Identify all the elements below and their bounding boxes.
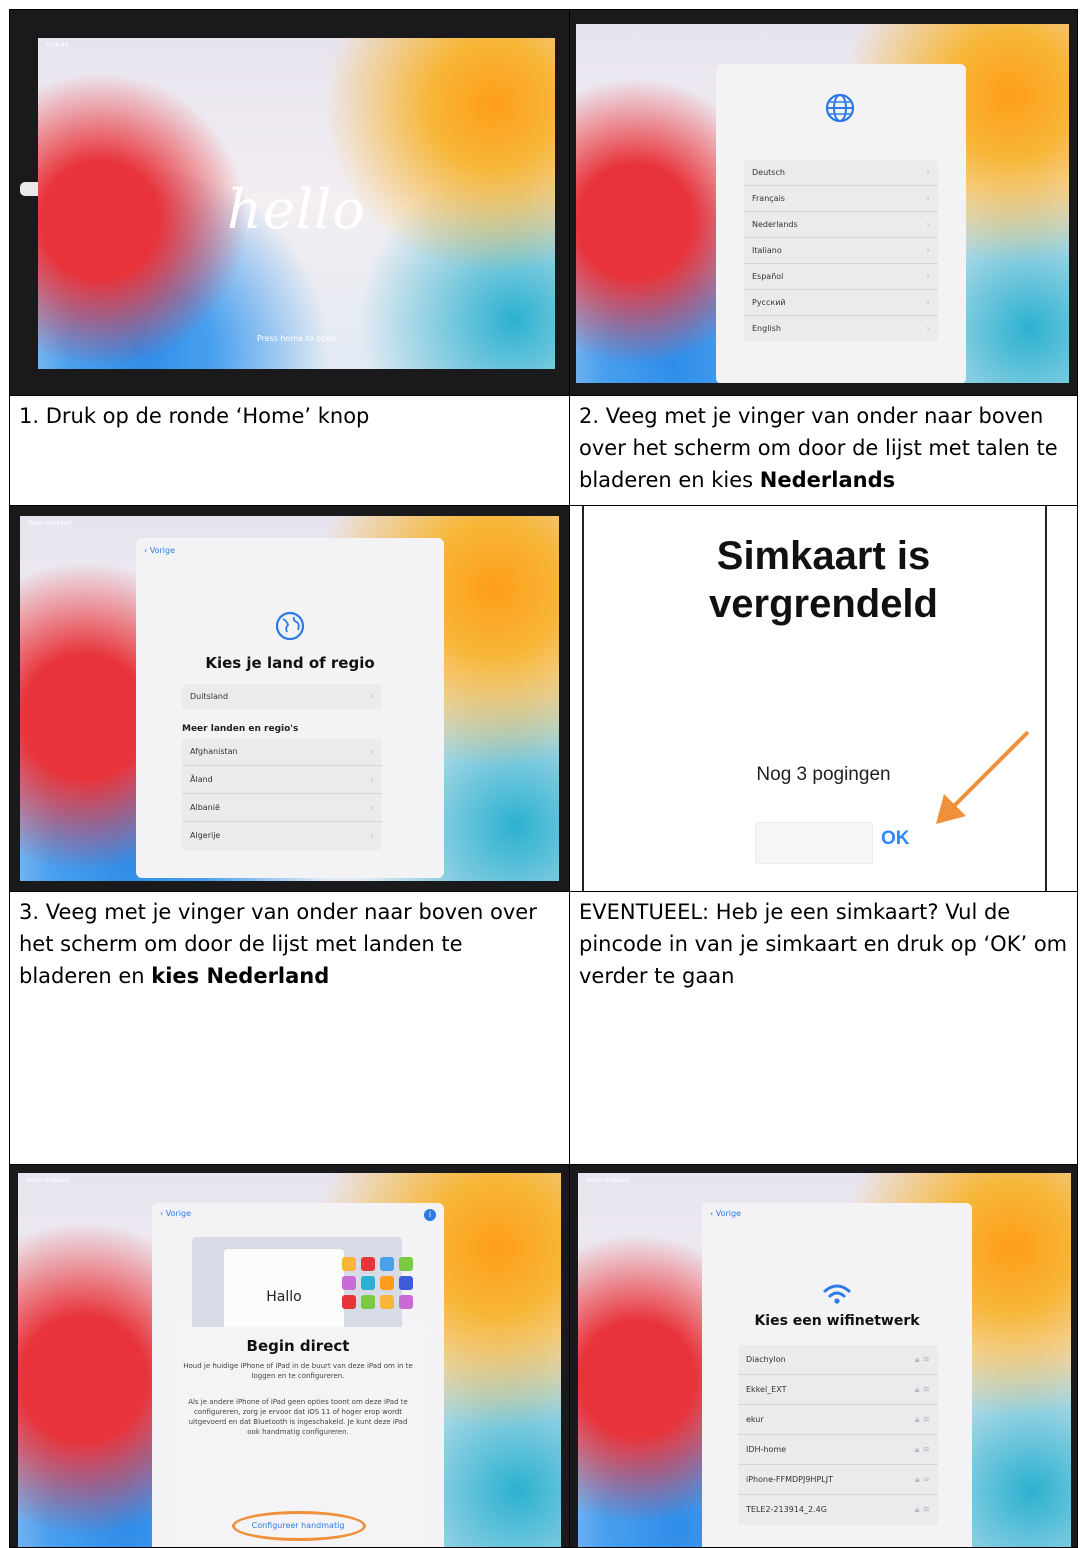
ipad-screen: Fri 9:44 hello Press home to open	[38, 38, 555, 369]
section-header: Meer landen en regio's	[182, 724, 299, 734]
sim-locked-screen: Simkaart is vergrendeld Nog 3 pogingen O…	[570, 506, 1077, 891]
suggested-country[interactable]: Duitsland ›	[182, 684, 382, 710]
begin-direct-card: Begin direct Houd je huidige iPhone of i…	[170, 1327, 426, 1547]
language-item[interactable]: Deutsch ›	[744, 160, 938, 186]
photo-hello-screen: Fri 9:44 hello Press home to open	[9, 9, 570, 396]
network-item[interactable]: Ekkel_EXT 🔒︎ ≋	[738, 1375, 938, 1405]
country-item[interactable]: Åland ›	[182, 766, 382, 794]
language-item[interactable]: Español ›	[744, 264, 938, 290]
country-item[interactable]: Afghanistan ›	[182, 738, 382, 766]
begin-direct-title: Begin direct	[246, 1337, 350, 1355]
wifi-icon	[823, 1284, 851, 1304]
app-grid-icon	[342, 1257, 413, 1309]
language-list: Deutsch › Français › Nederlands › Italiano ›…	[744, 160, 938, 342]
wifi-sheet: ‹ Vorige Kies een wifinetwerk Diachylon 🔒…	[702, 1203, 972, 1547]
ipad-screen: Geen simkaart ‹ Vorige Kies je land of r…	[20, 516, 559, 881]
step-1-text: 1. Druk op de ronde ‘Home’ knop	[9, 395, 570, 506]
language-item[interactable]: English ›	[744, 316, 938, 342]
instruction-paragraph-2: Als je andere iPhone of iPad geen opties…	[188, 1398, 408, 1436]
photo-wifi-screen: Geen simkaart ‹ Vorige Kies een wifinetw…	[569, 1164, 1078, 1548]
sim-locked-title: Simkaart is vergrendeld	[709, 534, 938, 626]
hello-text: hello	[227, 178, 366, 241]
quick-start-sheet: ‹ Vorige i Hallo Begin direct Houd je hu…	[152, 1203, 444, 1547]
earth-icon	[275, 611, 305, 641]
country-sheet: ‹ Vorige Kies je land of regio Duitsland…	[136, 538, 444, 878]
lock-wifi-icon: 🔒︎ ≋	[914, 1385, 930, 1395]
highlight-ellipse	[232, 1511, 366, 1541]
lock-wifi-icon: 🔒︎ ≋	[914, 1505, 930, 1515]
back-button[interactable]: ‹ Vorige	[160, 1209, 191, 1218]
network-item[interactable]: Diachylon 🔒︎ ≋	[738, 1345, 938, 1375]
status-time: Fri 9:44	[46, 42, 69, 49]
ok-button[interactable]: OK	[881, 828, 910, 850]
language-sheet: Deutsch › Français › Nederlands › Italiano ›…	[716, 64, 966, 383]
photo-language-screen: Deutsch › Français › Nederlands › Italiano ›…	[569, 9, 1078, 396]
back-button[interactable]: ‹ Vorige	[710, 1209, 741, 1218]
language-item[interactable]: Français ›	[744, 186, 938, 212]
info-icon[interactable]: i	[424, 1209, 436, 1221]
arrow-annotation	[936, 730, 1030, 824]
instruction-table: Fri 9:44 hello Press home to open Deutsc…	[9, 9, 1078, 1548]
step-2-text: 2. Veeg met je vinger van onder naar bov…	[569, 395, 1078, 506]
network-list: Diachylon 🔒︎ ≋ Ekkel_EXT 🔒︎ ≋ ekur 🔒︎ ≋ IDH…	[738, 1345, 938, 1525]
lock-wifi-icon: 🔒︎ ≋	[914, 1355, 930, 1365]
press-home-text: Press home to open	[256, 334, 337, 343]
step-3-text: 3. Veeg met je vinger van onder naar bov…	[9, 891, 570, 1165]
country-item[interactable]: Algerije ›	[182, 822, 382, 850]
language-item[interactable]: Русский ›	[744, 290, 938, 316]
ipad-screen: Geen simkaart ‹ Vorige Kies een wifinetw…	[578, 1173, 1071, 1547]
network-item[interactable]: IDH-home 🔒︎ ≋	[738, 1435, 938, 1465]
ipad-screen: Geen simkaart ‹ Vorige i Hallo Begin dir…	[18, 1173, 561, 1547]
lock-wifi-icon: 🔒︎ ≋	[914, 1415, 930, 1425]
network-item[interactable]: iPhone-FFMDPJ9HPLJT 🔒︎ ∞	[738, 1465, 938, 1495]
status-carrier: Geen simkaart	[26, 1177, 70, 1184]
network-item[interactable]: ekur 🔒︎ ≋	[738, 1405, 938, 1435]
country-item[interactable]: Albanië ›	[182, 794, 382, 822]
status-carrier: Geen simkaart	[586, 1177, 630, 1184]
lock-link-icon: 🔒︎ ∞	[914, 1475, 930, 1485]
globe-icon	[825, 93, 855, 123]
language-item-nederlands[interactable]: Nederlands ›	[744, 212, 938, 238]
ipad-screen: Deutsch › Français › Nederlands › Italiano ›…	[576, 24, 1069, 383]
instruction-paragraph-1: Houd je huidige iPhone of iPad in de buu…	[183, 1362, 413, 1380]
status-carrier: Geen simkaart	[28, 520, 72, 527]
photo-sim-locked: Simkaart is vergrendeld Nog 3 pogingen O…	[569, 505, 1078, 892]
lock-wifi-icon: 🔒︎ ≋	[914, 1445, 930, 1455]
country-title: Kies je land of regio	[205, 654, 375, 672]
wifi-title: Kies een wifinetwerk	[754, 1313, 920, 1329]
optional-step-text: EVENTUEEL: Heb je een simkaart? Vul de p…	[569, 891, 1078, 1165]
network-item[interactable]: TELE2-213914_2.4G 🔒︎ ≋	[738, 1495, 938, 1525]
language-item[interactable]: Italiano ›	[744, 238, 938, 264]
pin-input[interactable]	[755, 822, 873, 864]
back-button[interactable]: ‹ Vorige	[144, 546, 175, 555]
photo-country-screen: Geen simkaart ‹ Vorige Kies je land of r…	[9, 505, 570, 892]
photo-quick-start: Geen simkaart ‹ Vorige i Hallo Begin dir…	[9, 1164, 570, 1548]
country-list: Afghanistan › Åland › Albanië › Algerije ›	[182, 738, 382, 850]
